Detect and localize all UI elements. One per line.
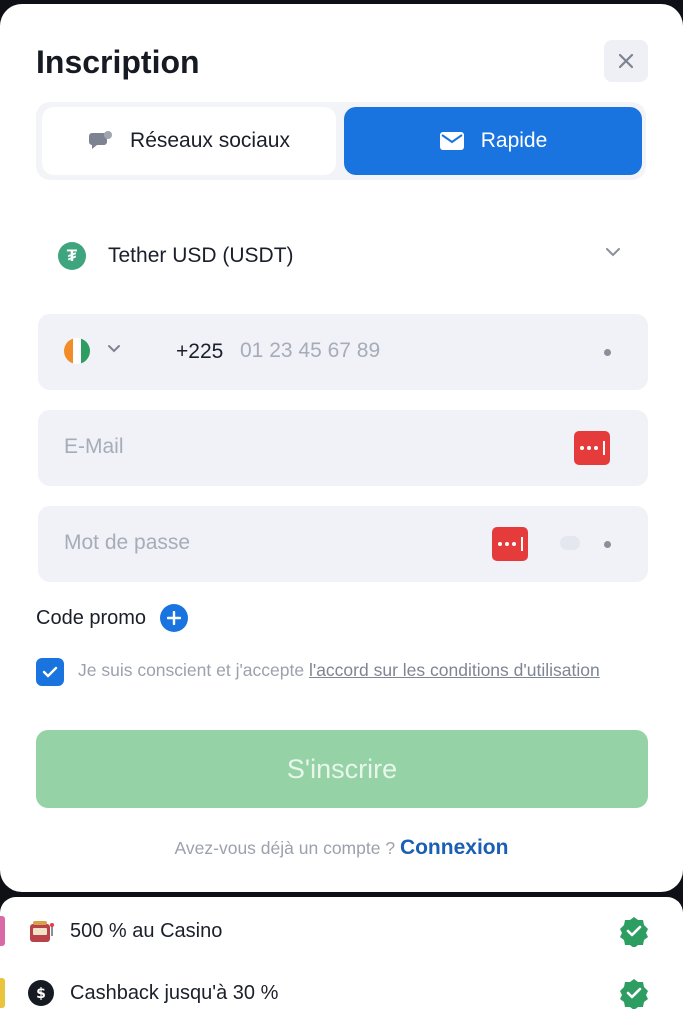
- terms-text: Je suis conscient et j'accepte l'accord …: [78, 658, 618, 682]
- tab-quick[interactable]: Rapide: [344, 107, 642, 175]
- close-icon: [618, 53, 634, 69]
- bonus-label: 500 % au Casino: [70, 919, 223, 942]
- password-manager-icon[interactable]: [574, 431, 610, 465]
- tether-icon: ₮: [58, 242, 86, 270]
- login-prompt: Avez-vous déjà un compte ? Connexion: [0, 836, 683, 860]
- login-question: Avez-vous déjà un compte ?: [174, 838, 396, 858]
- promo-code-toggle[interactable]: Code promo: [36, 604, 189, 632]
- verified-check-icon: [620, 917, 648, 947]
- email-input[interactable]: [64, 430, 484, 464]
- check-icon: [42, 666, 58, 678]
- envelope-icon: [439, 132, 464, 150]
- add-promo-button[interactable]: [160, 604, 189, 632]
- svg-text:$: $: [36, 986, 46, 1002]
- phone-country-code: +225: [176, 340, 224, 363]
- country-flag-icon[interactable]: [64, 338, 90, 364]
- bonus-stripe: [0, 916, 5, 946]
- slot-machine-icon: [26, 916, 56, 946]
- signup-modal: Inscription Réseaux sociaux Rapide ₮ Tet…: [0, 4, 683, 892]
- show-password-icon[interactable]: [560, 536, 580, 550]
- phone-input[interactable]: [240, 334, 580, 368]
- password-field: [38, 506, 648, 582]
- terms-link[interactable]: l'accord sur les conditions d'utilisatio…: [309, 660, 600, 680]
- login-link[interactable]: Connexion: [400, 836, 509, 859]
- terms-checkbox[interactable]: [36, 658, 64, 686]
- modal-title: Inscription: [36, 44, 200, 80]
- bonus-item: $ Cashback jusqu'à 30 %: [0, 962, 683, 1024]
- password-manager-icon[interactable]: [492, 527, 528, 561]
- verified-check-icon: [620, 979, 648, 1009]
- tab-quick-label: Rapide: [480, 129, 548, 152]
- cashback-icon: $: [26, 978, 56, 1008]
- promo-code-label: Code promo: [36, 606, 147, 629]
- bonus-item: 500 % au Casino: [0, 900, 683, 962]
- password-input[interactable]: [64, 526, 484, 560]
- tab-social-label: Réseaux sociaux: [130, 129, 290, 152]
- bonus-label: Cashback jusqu'à 30 %: [70, 981, 279, 1004]
- signup-method-tabs: Réseaux sociaux Rapide: [36, 102, 646, 180]
- signup-button[interactable]: S'inscrire: [36, 730, 648, 808]
- status-dot: [604, 349, 611, 356]
- tab-social-networks[interactable]: Réseaux sociaux: [42, 107, 336, 175]
- country-chevron-down-icon[interactable]: [106, 344, 122, 354]
- close-button[interactable]: [604, 40, 648, 82]
- email-field: [38, 410, 648, 486]
- terms-prefix: Je suis conscient et j'accepte: [78, 660, 309, 680]
- currency-label: Tether USD (USDT): [108, 244, 294, 267]
- currency-select[interactable]: ₮ Tether USD (USDT): [36, 218, 646, 294]
- phone-field: +225: [38, 314, 648, 390]
- status-dot: [604, 541, 611, 548]
- chat-bubbles-icon: [89, 131, 113, 149]
- plus-icon: [167, 611, 182, 625]
- bonus-stripe: [0, 978, 5, 1008]
- bonus-panel: 500 % au Casino $ Cashback jusqu'à 30 %: [0, 897, 683, 1024]
- chevron-down-icon: [606, 248, 620, 257]
